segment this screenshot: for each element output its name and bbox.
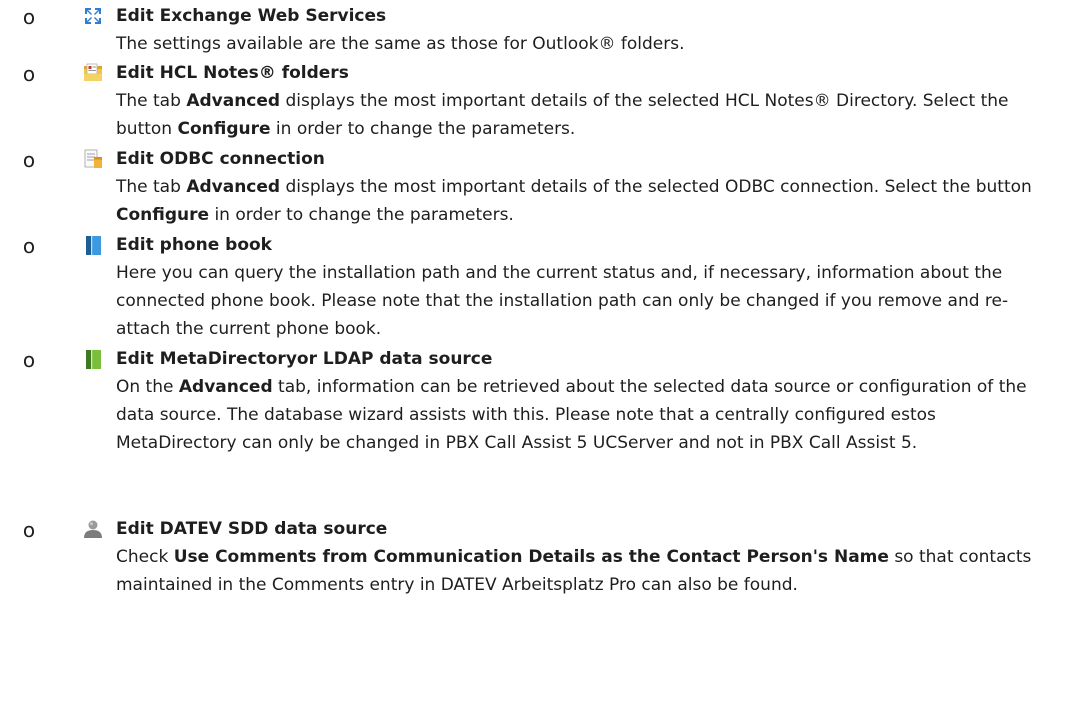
list-item-exchange: o Edit Exchange Web Services The setting…	[0, 2, 1036, 58]
list-item-datev: o Edit DATEV SDD data source Check Use C…	[0, 515, 1036, 599]
text-run: in order to change the parameters.	[209, 205, 514, 225]
bullet-marker: o	[22, 348, 36, 372]
item-heading: Edit MetaDirectoryor LDAP data source	[116, 349, 493, 369]
item-heading: Edit phone book	[116, 235, 272, 255]
bold-term: Configure	[177, 119, 271, 139]
list-item-odbc: o Edit ODBC connection The tab Advanced …	[0, 145, 1036, 229]
list-item-phone-book: o Edit phone book Here you can query the…	[0, 231, 1036, 343]
bullet-marker: o	[22, 5, 36, 29]
text-run: The tab	[116, 177, 187, 197]
item-description: The tab Advanced displays the most impor…	[116, 173, 1036, 229]
item-heading: Edit HCL Notes® folders	[116, 63, 349, 83]
document-page: o Edit Exchange Web Services The setting…	[0, 0, 1070, 725]
bullet-marker: o	[22, 62, 36, 86]
bold-term: Advanced	[178, 377, 273, 397]
text-run: On the	[116, 377, 179, 397]
odbc-icon	[84, 149, 102, 168]
text-run: Here you can query the installation path…	[116, 263, 1009, 339]
item-description: Check Use Comments from Communication De…	[116, 543, 1036, 599]
bold-term: Advanced	[186, 91, 281, 111]
bold-term: Configure	[116, 205, 210, 225]
datev-person-icon	[84, 520, 102, 538]
metadirectory-icon	[86, 350, 101, 369]
item-heading: Edit DATEV SDD data source	[116, 519, 388, 539]
item-description: The settings available are the same as t…	[116, 30, 1036, 58]
item-description: Here you can query the installation path…	[116, 259, 1036, 343]
bold-term: Advanced	[186, 177, 281, 197]
bullet-marker: o	[22, 234, 36, 258]
text-run: displays the most important details of t…	[280, 177, 1032, 197]
item-heading: Edit Exchange Web Services	[116, 6, 387, 26]
bullet-marker: o	[22, 148, 36, 172]
exchange-icon	[83, 6, 103, 26]
notes-folder-icon	[84, 63, 102, 81]
bullet-marker: o	[22, 518, 36, 542]
item-heading: Edit ODBC connection	[116, 149, 325, 169]
list-item-notes: o Edit HCL Notes® folders The tab Advanc…	[0, 59, 1036, 143]
text-run: The settings available are the same as t…	[116, 34, 685, 54]
text-run: in order to change the parameters.	[270, 119, 576, 139]
text-run: Check	[116, 547, 174, 567]
bold-term: Use Comments from Communication Details …	[173, 547, 889, 567]
phone-book-icon	[86, 236, 101, 255]
list-item-metadirectory: o Edit MetaDirectoryor LDAP data source …	[0, 345, 1036, 457]
item-description: On the Advanced tab, information can be …	[116, 373, 1036, 457]
text-run: The tab	[116, 91, 187, 111]
item-description: The tab Advanced displays the most impor…	[116, 87, 1036, 143]
